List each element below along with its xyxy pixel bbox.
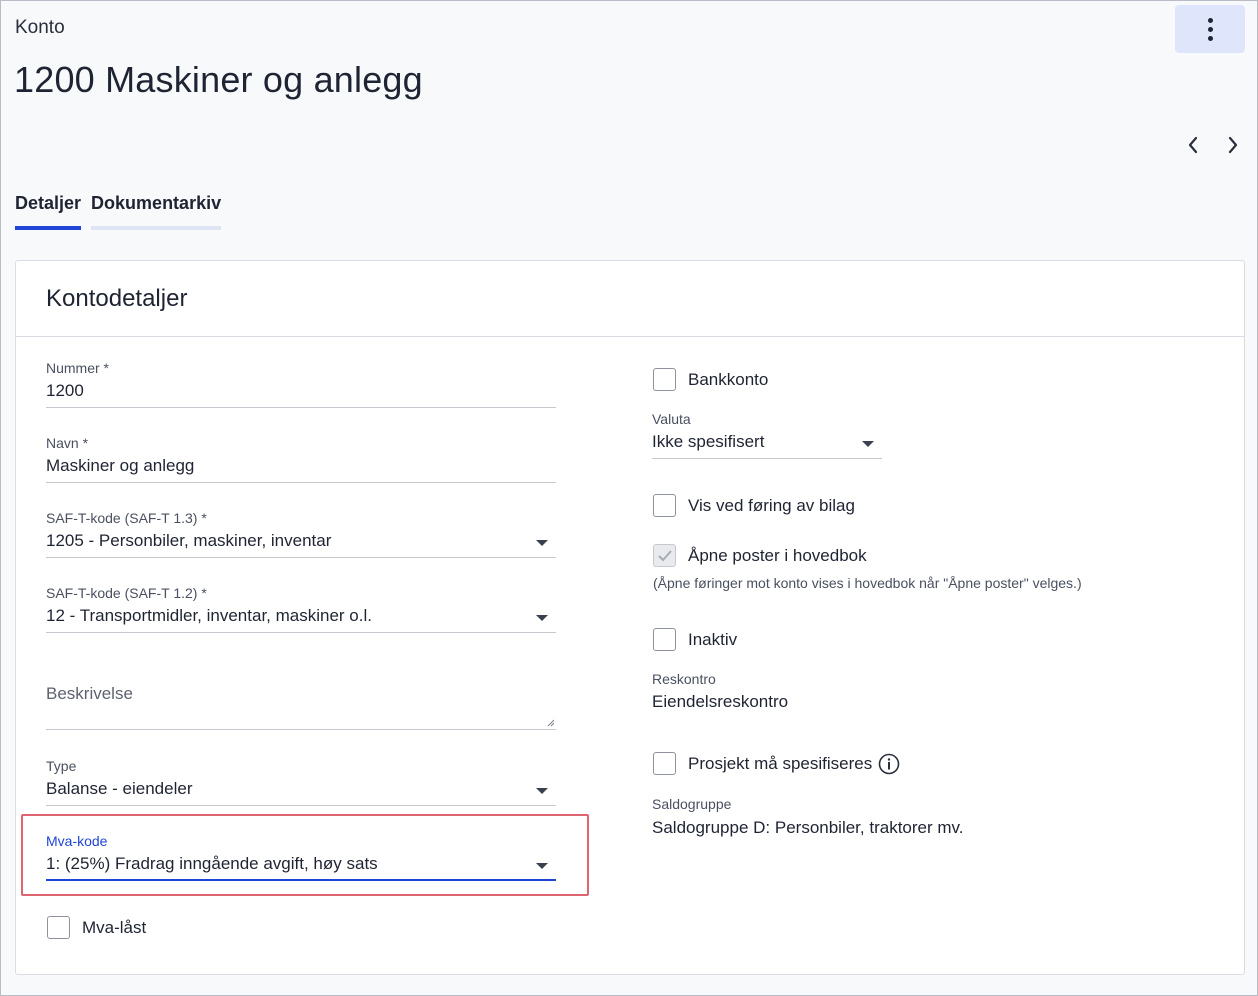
bankkonto-checkbox[interactable] <box>653 368 676 391</box>
prosjekt-checkbox[interactable] <box>653 752 676 775</box>
saldogruppe-value: Saldogruppe D: Personbiler, traktorer mv… <box>652 818 964 837</box>
reskontro-label: Reskontro <box>652 671 716 687</box>
valuta-label: Valuta <box>652 411 691 427</box>
navn-label: Navn * <box>46 435 89 451</box>
more-vertical-icon <box>1207 17 1213 41</box>
valuta-select[interactable]: Ikke spesifisert <box>652 429 882 459</box>
vis-ved-foring-label: Vis ved føring av bilag <box>688 495 855 515</box>
tab-dokumentarkiv[interactable]: Dokumentarkiv <box>91 193 222 230</box>
valuta-value: Ikke spesifisert <box>652 432 765 451</box>
apne-poster-label: Åpne poster i hovedbok <box>688 545 867 565</box>
saft12-field: SAF-T-kode (SAF-T 1.2) * 12 - Transportm… <box>46 585 556 633</box>
apne-poster-hint: (Åpne føringer mot konto vises i hovedbo… <box>653 575 1082 591</box>
vis-ved-foring-checkbox-row[interactable]: Vis ved føring av bilag <box>653 494 855 517</box>
mvalast-label: Mva-låst <box>82 917 147 937</box>
reskontro-value: Eiendelsreskontro <box>652 692 789 711</box>
page-title: 1200 Maskiner og anlegg <box>14 59 423 100</box>
card-title: Kontodetaljer <box>46 285 188 312</box>
saft13-select[interactable]: 1205 - Personbiler, maskiner, inventar <box>46 528 556 558</box>
type-label: Type <box>46 758 77 774</box>
saft12-value: 12 - Transportmidler, inventar, maskiner… <box>46 606 372 625</box>
breadcrumb[interactable]: Konto <box>15 17 65 39</box>
mvalast-checkbox[interactable] <box>47 916 70 939</box>
apne-poster-checkbox-row: Åpne poster i hovedbok <box>653 544 867 567</box>
more-menu-button[interactable] <box>1175 5 1245 53</box>
chevron-left-icon <box>1188 136 1198 154</box>
mvakode-select[interactable]: 1: (25%) Fradrag inngående avgift, høy s… <box>46 851 556 881</box>
saft13-label: SAF-T-kode (SAF-T 1.3) * <box>46 510 207 526</box>
mvalast-checkbox-row[interactable]: Mva-låst <box>47 916 146 939</box>
inaktiv-checkbox[interactable] <box>653 628 676 651</box>
resize-handle-icon[interactable] <box>547 719 555 727</box>
info-icon[interactable] <box>878 753 900 775</box>
caret-down-icon <box>536 863 548 869</box>
saft13-value: 1205 - Personbiler, maskiner, inventar <box>46 531 332 550</box>
saft12-select[interactable]: 12 - Transportmidler, inventar, maskiner… <box>46 603 556 633</box>
card-header: Kontodetaljer <box>16 261 1244 337</box>
window-frame: Konto 1200 Maskiner og anlegg Detaljer D… <box>0 0 1258 996</box>
next-record-button[interactable] <box>1223 133 1243 157</box>
checkmark-icon <box>657 549 672 561</box>
navn-field: Navn * Maskiner og anlegg <box>46 435 556 483</box>
nummer-input[interactable]: 1200 <box>46 378 556 408</box>
type-value: Balanse - eiendeler <box>46 779 193 798</box>
bankkonto-checkbox-row[interactable]: Bankkonto <box>653 368 768 391</box>
caret-down-icon <box>536 615 548 621</box>
nummer-field: Nummer * 1200 <box>46 360 556 408</box>
saldogruppe-label: Saldogruppe <box>652 796 732 812</box>
previous-record-button[interactable] <box>1183 133 1203 157</box>
tab-bar: Detaljer Dokumentarkiv <box>15 193 222 230</box>
account-details-card: Kontodetaljer Nummer * 1200 Navn * Maski… <box>15 260 1245 975</box>
valuta-field: Valuta Ikke spesifisert <box>652 411 882 459</box>
chevron-right-icon <box>1228 136 1238 154</box>
saft13-field: SAF-T-kode (SAF-T 1.3) * 1205 - Personbi… <box>46 510 556 558</box>
beskrivelse-placeholder: Beskrivelse <box>46 684 133 703</box>
caret-down-icon <box>536 540 548 546</box>
record-navigation <box>1183 133 1243 157</box>
mvakode-field: Mva-kode 1: (25%) Fradrag inngående avgi… <box>46 833 556 881</box>
nummer-label: Nummer * <box>46 360 110 376</box>
mvakode-label: Mva-kode <box>46 833 108 849</box>
bankkonto-label: Bankkonto <box>688 369 769 389</box>
saft12-label: SAF-T-kode (SAF-T 1.2) * <box>46 585 207 601</box>
caret-down-icon <box>536 788 548 794</box>
caret-down-icon <box>862 441 874 447</box>
tab-detaljer[interactable]: Detaljer <box>15 193 82 230</box>
inaktiv-label: Inaktiv <box>688 629 738 649</box>
prosjekt-label: Prosjekt må spesifiseres <box>688 753 873 773</box>
mvakode-value: 1: (25%) Fradrag inngående avgift, høy s… <box>46 854 378 873</box>
inaktiv-checkbox-row[interactable]: Inaktiv <box>653 628 737 651</box>
type-field: Type Balanse - eiendeler <box>46 758 556 806</box>
navn-input[interactable]: Maskiner og anlegg <box>46 453 556 483</box>
prosjekt-checkbox-row[interactable]: Prosjekt må spesifiseres <box>653 752 900 775</box>
beskrivelse-textarea[interactable]: Beskrivelse <box>46 676 556 730</box>
vis-ved-foring-checkbox[interactable] <box>653 494 676 517</box>
type-select[interactable]: Balanse - eiendeler <box>46 776 556 806</box>
apne-poster-checkbox <box>653 544 676 567</box>
